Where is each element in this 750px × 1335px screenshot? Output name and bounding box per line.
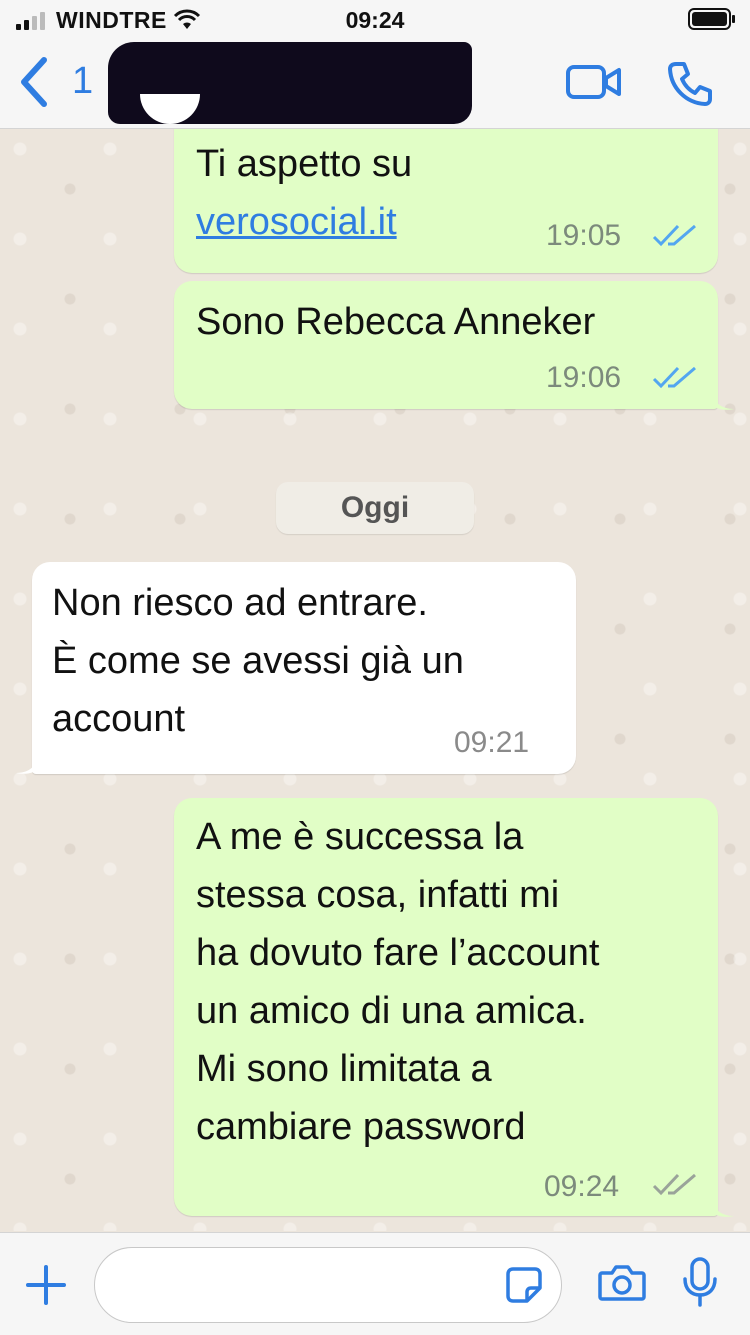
message-text: È come se avessi già un [52, 640, 464, 682]
carrier-name: WINDTRE [56, 7, 167, 33]
message-text: Sono Rebecca Anneker [196, 301, 596, 343]
unread-count[interactable]: 1 [72, 60, 93, 103]
chat-area[interactable]: Ti aspetto su verosocial.it 19:05 Sono R… [0, 129, 750, 1231]
message-bubble-outgoing[interactable]: Sono Rebecca Anneker 19:06 [174, 281, 718, 409]
read-ticks-icon [652, 366, 696, 389]
microphone-icon[interactable] [680, 1257, 720, 1309]
message-text: stessa cosa, infatti mi [196, 874, 560, 916]
sticker-icon[interactable] [505, 1266, 543, 1304]
message-text: account [52, 698, 186, 740]
status-bar: WINDTRE 09:24 [0, 0, 750, 40]
message-text: un amico di una amica. [196, 990, 587, 1032]
bubble-tail [16, 757, 38, 774]
message-text: ha dovuto fare l’account [196, 932, 600, 974]
delivered-ticks-icon [652, 1173, 696, 1196]
wifi-icon [173, 9, 201, 29]
message-time: 19:05 [546, 219, 622, 252]
day-separator: Oggi [276, 482, 474, 534]
read-ticks-icon [652, 224, 696, 247]
message-bubble-outgoing[interactable]: Ti aspetto su verosocial.it 19:05 [174, 129, 718, 273]
message-text: Non riesco ad entrare. [52, 582, 428, 624]
message-bubble-outgoing[interactable]: A me è successa la stessa cosa, infatti … [174, 798, 718, 1216]
message-time: 09:21 [454, 726, 530, 759]
message-link[interactable]: verosocial.it [196, 193, 397, 251]
phone-icon[interactable] [666, 60, 714, 108]
video-call-icon[interactable] [566, 64, 622, 100]
message-input[interactable] [94, 1247, 562, 1323]
bubble-tail [712, 1200, 734, 1217]
message-text: Ti aspetto su [196, 143, 413, 185]
signal-icon [16, 12, 45, 30]
plus-icon[interactable] [24, 1263, 68, 1307]
message-time: 09:24 [544, 1170, 620, 1203]
message-bubble-incoming[interactable]: Non riesco ad entrare. È come se avessi … [32, 562, 576, 774]
message-text: A me è successa la [196, 816, 524, 858]
message-input-bar [0, 1232, 750, 1335]
bubble-tail [712, 393, 734, 410]
message-time: 19:06 [546, 361, 622, 394]
chat-header: 1 [0, 40, 750, 129]
camera-icon[interactable] [598, 1263, 646, 1303]
battery-icon [688, 8, 735, 30]
message-text: cambiare password [196, 1106, 526, 1148]
message-text: Mi sono limitata a [196, 1048, 492, 1090]
back-chevron-icon[interactable] [14, 54, 54, 110]
